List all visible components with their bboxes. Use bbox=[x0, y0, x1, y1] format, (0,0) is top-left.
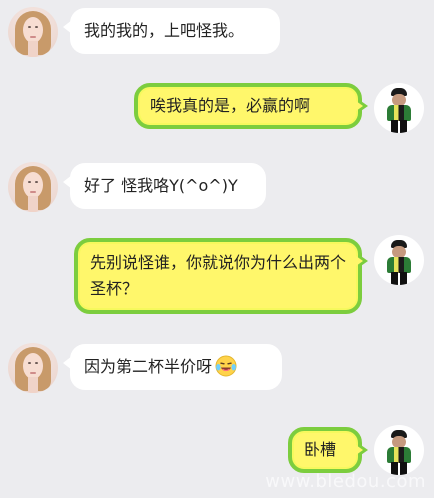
girl-avatar-icon[interactable] bbox=[8, 162, 58, 212]
girl-avatar-icon[interactable] bbox=[8, 343, 58, 393]
boy-avatar-icon[interactable] bbox=[374, 235, 424, 285]
incoming-message-bubble[interactable]: 我的我的，上吧怪我。 bbox=[63, 8, 280, 54]
chat-message: 先别说怪谁，你就说你为什么出两个圣杯？ bbox=[0, 235, 434, 317]
laughing-with-tears-emoji-icon bbox=[215, 355, 237, 377]
chat-thread: 我的我的，上吧怪我。 唉我真的是，必赢的啊 好了 怪我咯Y(^o^)Y 先别说怪… bbox=[0, 0, 434, 498]
chat-message: 唉我真的是，必赢的啊 bbox=[0, 80, 434, 136]
chat-message: 好了 怪我咯Y(^o^)Y bbox=[0, 158, 434, 218]
chat-message: 我的我的，上吧怪我。 bbox=[0, 0, 434, 60]
incoming-message-bubble[interactable]: 好了 怪我咯Y(^o^)Y bbox=[63, 163, 266, 209]
incoming-message-text: 因为第二杯半价呀 bbox=[84, 357, 213, 376]
watermark: www.bledou.com bbox=[265, 471, 426, 492]
boy-avatar-icon[interactable] bbox=[374, 83, 424, 133]
incoming-message-bubble[interactable]: 因为第二杯半价呀 bbox=[63, 344, 282, 390]
boy-avatar-icon[interactable] bbox=[374, 425, 424, 475]
outgoing-message-bubble[interactable]: 唉我真的是，必赢的啊 bbox=[134, 83, 368, 129]
outgoing-message-bubble[interactable]: 先别说怪谁，你就说你为什么出两个圣杯？ bbox=[74, 238, 368, 314]
girl-avatar-icon[interactable] bbox=[8, 7, 58, 57]
chat-message: 因为第二杯半价呀 bbox=[0, 339, 434, 399]
outgoing-message-bubble[interactable]: 卧槽 bbox=[288, 427, 368, 473]
